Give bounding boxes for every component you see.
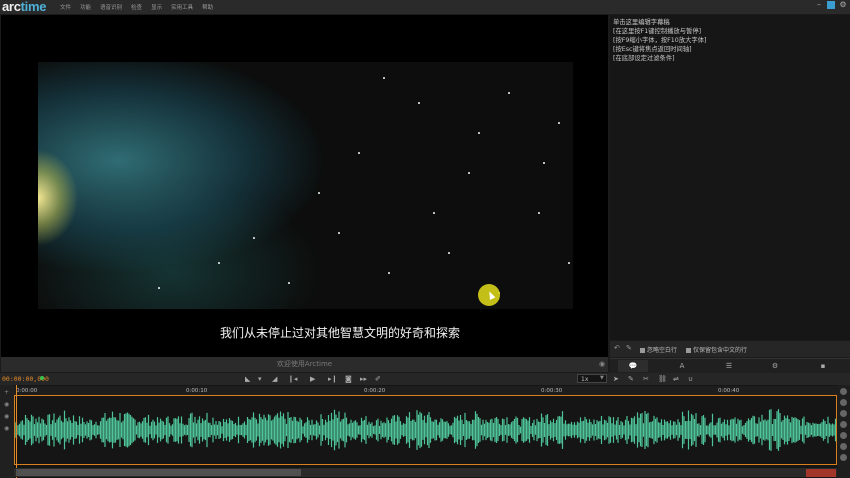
waveform-path: [15, 409, 836, 451]
marker-down-icon[interactable]: ▾: [258, 375, 262, 383]
subtitle-editor[interactable]: 单击这里编辑字幕稿 [在这里按F1键控制播放与暂停] [按F9缩小字体，按F10…: [610, 15, 850, 340]
app-logo: arctime: [2, 0, 46, 14]
camera-icon[interactable]: ◙: [345, 375, 352, 383]
tab-list-icon[interactable]: ☰: [714, 360, 744, 372]
video-frame[interactable]: [38, 62, 573, 309]
filter-options-bar: ↶ ✎ 忽略空白行 仅保留包含中文的行: [610, 341, 850, 357]
tick-label: 0:00:10: [186, 388, 208, 394]
checkbox-icon: [640, 348, 645, 353]
timeline-left-tools: + ◉ ◉ ◉: [0, 385, 14, 478]
eye-icon[interactable]: ◉: [4, 425, 9, 432]
logo-prefix: arc: [2, 0, 21, 14]
menu-tools[interactable]: 实用工具: [171, 3, 193, 11]
hint-line: [按Esc键将焦点返回时间轴]: [613, 46, 692, 53]
menu-help[interactable]: 帮助: [202, 3, 213, 11]
subtitle-overlay: 我们从未停止过对其他智慧文明的好奇和探索: [219, 326, 460, 340]
marker-in-icon[interactable]: ◣: [245, 375, 250, 383]
tick-label: 0:00:00: [16, 388, 38, 394]
hint-line: [在底部设定过滤条件]: [613, 55, 675, 62]
status-indicator: [40, 376, 44, 380]
link-tool-icon[interactable]: ⛓: [658, 375, 667, 383]
select-tool-icon[interactable]: ➤: [613, 375, 619, 383]
tick-label: 0:00:30: [541, 388, 563, 394]
menu-display[interactable]: 显示: [151, 3, 162, 11]
hint-line: 单击这里编辑字幕稿: [613, 19, 670, 26]
step-back-icon[interactable]: ❙◂: [288, 375, 297, 383]
zoom-in-icon[interactable]: [840, 388, 847, 395]
menu-check[interactable]: 检查: [131, 3, 142, 11]
undo-icon[interactable]: ↶: [614, 344, 620, 352]
ignore-empty-label: 忽略空白行: [647, 347, 678, 354]
snap-icon[interactable]: [840, 443, 847, 450]
checkbox-icon: [686, 348, 691, 353]
tick-label: 0:00:40: [718, 388, 740, 394]
playhead[interactable]: [16, 385, 17, 478]
zoom-out-icon[interactable]: [840, 399, 847, 406]
tab-gear-icon[interactable]: ⚙: [760, 360, 790, 372]
loop-icon[interactable]: [840, 421, 847, 428]
menu-speech-recognition[interactable]: 语音识别: [100, 3, 122, 11]
cut-tool-icon[interactable]: ✂: [643, 375, 649, 383]
add-track-icon[interactable]: +: [4, 389, 9, 396]
settings-icon[interactable]: ⚙: [839, 1, 847, 9]
eye-icon[interactable]: ◉: [4, 413, 9, 420]
fit-icon[interactable]: [840, 410, 847, 417]
hint-line: [在这里按F1键控制播放与暂停]: [613, 28, 702, 35]
window-controls: – ⚙: [815, 1, 847, 9]
eye-icon[interactable]: ◉: [599, 360, 605, 368]
timeline-right-tools: [838, 385, 850, 478]
end-marker: [806, 469, 836, 477]
end-icon[interactable]: ▸▸: [360, 375, 367, 383]
welcome-text: 欢迎使用Arctime: [276, 360, 333, 368]
step-forward-icon[interactable]: ▸❙: [328, 375, 337, 383]
menu-bar: 文件 功能 语音识别 检查 显示 实用工具 帮助: [60, 3, 213, 11]
editor-tabs: 💬 A ☰ ⚙ ▪: [610, 358, 850, 373]
scrollbar-thumb[interactable]: [16, 469, 301, 476]
chinese-only-label: 仅保留包含中文的行: [693, 347, 748, 354]
tick-label: 0:00:20: [364, 388, 386, 394]
marker-out-icon[interactable]: ◢: [272, 375, 277, 383]
pen-icon[interactable]: ✎: [626, 344, 632, 352]
edit-tool-icon[interactable]: ✎: [628, 375, 634, 383]
tab-subtitles-bubble-icon[interactable]: 💬: [618, 360, 648, 372]
ignore-empty-checkbox[interactable]: 忽略空白行: [640, 345, 677, 354]
hint-line: [按F9缩小字体，按F10放大字体]: [613, 37, 707, 44]
logo-suffix: time: [20, 0, 47, 14]
volume-icon[interactable]: [840, 432, 847, 439]
chevron-down-icon[interactable]: ▼: [600, 375, 604, 381]
audio-waveform: [15, 409, 836, 451]
transport-bar: [0, 373, 850, 385]
play-icon[interactable]: ▶: [310, 375, 315, 383]
align-tool-icon[interactable]: ⇌: [673, 375, 679, 383]
chinese-only-checkbox[interactable]: 仅保留包含中文的行: [686, 345, 747, 354]
settings-icon[interactable]: [840, 454, 847, 461]
menu-file[interactable]: 文件: [60, 3, 71, 11]
eye-icon[interactable]: ◉: [4, 401, 9, 408]
magnet-tool-icon[interactable]: ∪: [688, 375, 693, 383]
app-badge-icon: [827, 1, 835, 9]
tab-lock-icon[interactable]: ▪: [808, 360, 838, 372]
welcome-bar: 欢迎使用Arctime ◉: [1, 357, 608, 372]
time-ruler[interactable]: 0:00:00 0:00:10 0:00:20 0:00:30 0:00:40: [14, 386, 837, 395]
brush-icon[interactable]: ✐: [375, 375, 381, 383]
tab-font-icon[interactable]: A: [667, 360, 697, 372]
minimize-icon[interactable]: –: [815, 1, 823, 9]
menu-function[interactable]: 功能: [80, 3, 91, 11]
